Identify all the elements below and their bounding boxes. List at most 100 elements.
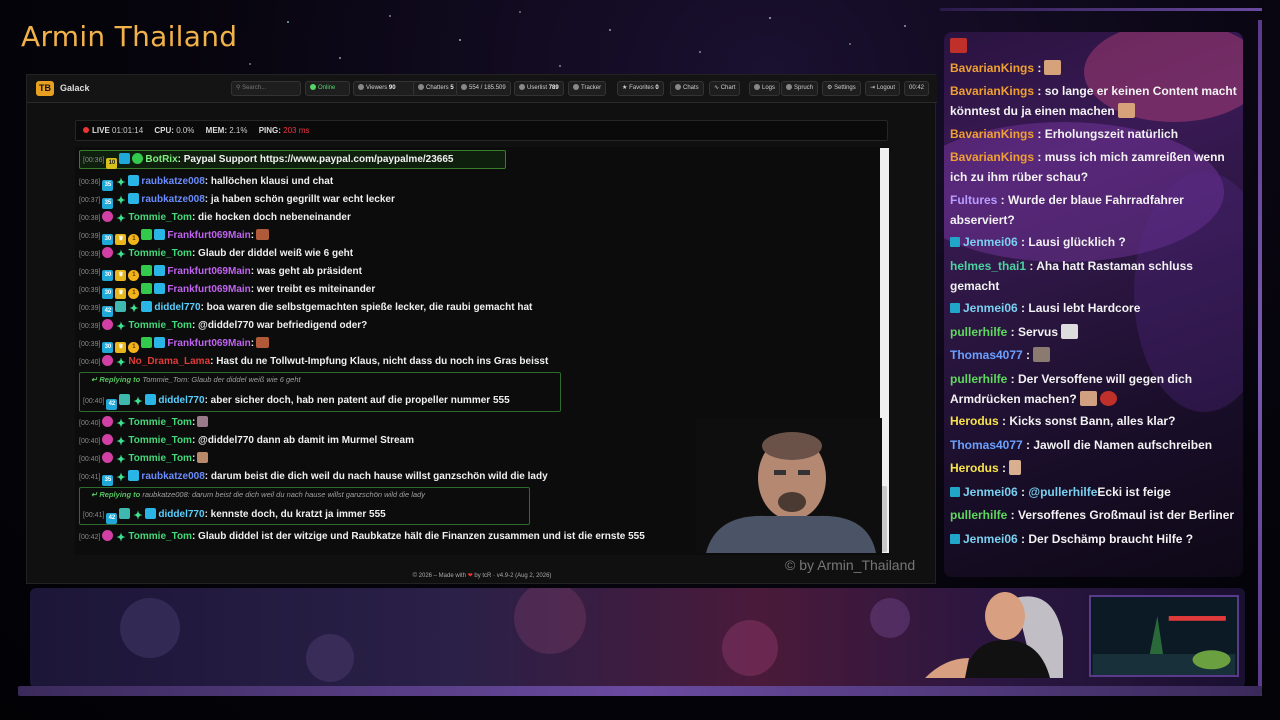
gem-badge-icon: ✦ [116, 213, 126, 225]
overlay-username: BavarianKings [950, 150, 1035, 164]
overlay-chat-message: Jenmei06 : Der Dschämp braucht Hilfe ? [950, 529, 1240, 549]
mem-value: 2.1% [229, 126, 248, 135]
username[interactable]: Frankfurt069Main [167, 284, 250, 295]
chat-message: [00:39] 42 ✦ diddel770: boa waren die selbs… [79, 299, 533, 317]
overlay-chat-message: BavarianKings : Erholungszeit natürlich [950, 124, 1240, 144]
quote-icon [786, 84, 792, 90]
chatters-button[interactable]: Chatters 5 [413, 81, 459, 96]
vip-badge-icon [154, 283, 166, 294]
username[interactable]: Tommie_Tom [128, 320, 192, 331]
username[interactable]: diddel770 [158, 509, 204, 520]
live-label: LIVE [92, 126, 110, 135]
username[interactable]: Tommie_Tom [128, 417, 192, 428]
star-icon: ★ [622, 85, 628, 91]
overlay-chat-message: BavarianKings : [950, 58, 1240, 78]
overlay-username: pullerhilfe [950, 372, 1008, 386]
username[interactable]: Frankfurt069Main [167, 230, 250, 241]
reply-label: Replying to [99, 375, 141, 384]
username[interactable]: Tommie_Tom [128, 435, 192, 446]
username[interactable]: raubkatze008 [141, 471, 204, 482]
username[interactable]: raubkatze008 [141, 194, 204, 205]
chat-message: [00:39] 30 ♛ 1 Frankfurt069Main: wer treibt … [79, 281, 376, 299]
settings-button[interactable]: ⚙ Settings [822, 81, 861, 96]
timestamp: [00:40] [79, 420, 101, 427]
frame-accent-bottom [18, 686, 1262, 696]
username[interactable]: BotRix [145, 154, 177, 165]
timestamp: [00:41] [83, 512, 105, 519]
overlay-chat-message: Thomas4077 : [950, 345, 1240, 365]
gem-badge-icon: ✦ [116, 177, 126, 189]
moderator-badge-icon [141, 229, 153, 240]
message-text: : boa waren die selbstgemachten spieße l… [200, 302, 533, 313]
emote-icon [1009, 460, 1022, 475]
overlay-username: Thomas4077 [950, 438, 1023, 452]
overlay-username: Thomas4077 [950, 348, 1023, 362]
messages-count: 554 / 185.509 [469, 85, 506, 91]
chart-icon: ∿ [714, 85, 720, 91]
vip-badge-icon [154, 229, 166, 240]
username[interactable]: Tommie_Tom [128, 453, 192, 464]
overlay-chat-message: Fultures : Wurde der blaue Fahrradfahrer… [950, 190, 1240, 230]
chat-message: [00:39] ✦ Tommie_Tom: @diddel770 war befri… [79, 317, 367, 334]
overlay-username: pullerhilfe [950, 508, 1008, 522]
search-input[interactable]: ⚲ Search... [231, 81, 301, 96]
chart-button[interactable]: ∿ Chart [709, 81, 741, 96]
chat-message: [00:39] 30 ♛ 1 Frankfurt069Main: was geht ab… [79, 263, 362, 281]
favorites-label: Favorites [629, 85, 654, 91]
username[interactable]: Tommie_Tom [128, 248, 192, 259]
logs-button[interactable]: Logs [749, 81, 781, 96]
chat-message: [00:40] ✦ No_Drama_Lama: Hast du ne Tollwu… [79, 353, 548, 370]
coin-badge-icon: 1 [128, 234, 140, 245]
pink-badge-icon [102, 247, 114, 258]
chat-message: [00:41] 35 ✦ raubkatze008: darum beist die … [79, 468, 548, 486]
username[interactable]: Frankfurt069Main [167, 266, 250, 277]
reply-arrow-icon: ↵ [91, 490, 98, 499]
overlay-username: Jenmei06 [963, 301, 1018, 315]
overlay-chat-message: Jenmei06 : Lausi lebt Hardcore [950, 298, 1240, 318]
app-logo[interactable]: TB [36, 81, 54, 96]
watermark-text: © by Armin_Thailand [785, 557, 916, 573]
brand-name[interactable]: Galack [60, 83, 90, 93]
username[interactable]: Tommie_Tom [128, 212, 192, 223]
userlist-button[interactable]: Userlist 789 [514, 81, 564, 96]
webcam-secondary [925, 592, 1063, 678]
stream-chat-overlay: BavarianKings : BavarianKings : so lange… [944, 32, 1243, 577]
tracker-button[interactable]: Tracker [568, 81, 607, 96]
spruch-button[interactable]: Spruch [781, 81, 819, 96]
clock-display: 00:42 [904, 81, 930, 96]
vip-badge-icon [154, 337, 166, 348]
message-text: : @diddel770 war befriedigend oder? [191, 320, 368, 331]
footer: © 2026 – Made with ❤ by tcR · v4.9-2 (Au… [27, 572, 937, 579]
timestamp: [00:36] [83, 157, 105, 164]
chat-message: [00:42] ✦ Tommie_Tom: Glaub diddel ist der… [79, 528, 645, 545]
message-text: : kennste doch, du kratzt ja immer 555 [204, 509, 386, 520]
timestamp: [00:39] [79, 269, 101, 276]
chats-label: Chats [683, 85, 699, 91]
logout-button[interactable]: ⇥ Logout [865, 81, 901, 96]
username[interactable]: diddel770 [158, 395, 204, 406]
username[interactable]: diddel770 [154, 302, 200, 313]
overlay-mention: @pullerhilfe [1028, 485, 1098, 499]
username[interactable]: Frankfurt069Main [167, 338, 250, 349]
reply-quote: Tommie_Tom: Glaub der diddel weiß wie 6 … [142, 375, 301, 384]
message-text: : wer treibt es miteinander [250, 284, 376, 295]
overlay-chat-message: Herodus : Kicks sonst Bann, alles klar? [950, 411, 1240, 431]
timestamp: [00:39] [79, 287, 101, 294]
teal-badge-icon [119, 394, 131, 405]
messages-button[interactable]: 554 / 185.509 [456, 81, 511, 96]
favorites-button[interactable]: ★ Favorites 0 [617, 81, 664, 96]
overlay-message-text: : Servus [1007, 325, 1059, 339]
viewers-count: 90 [388, 85, 396, 91]
overlay-username: BavarianKings [950, 61, 1035, 75]
overlay-chat-message: pullerhilfe : Versoffenes Großmaul ist d… [950, 505, 1240, 525]
chats-button[interactable]: Chats [670, 81, 704, 96]
username[interactable]: Tommie_Tom [128, 531, 192, 542]
username[interactable]: raubkatze008 [141, 176, 204, 187]
reply-label: Replying to [99, 490, 141, 499]
reply-quote: raubkatze008: darum beist die dich weil … [142, 490, 425, 499]
gem-badge-icon: ✦ [116, 472, 126, 484]
online-status-button[interactable]: Online [305, 81, 350, 96]
overlay-message-text: Ecki ist feige [1097, 485, 1171, 499]
username[interactable]: No_Drama_Lama [128, 356, 210, 367]
subscriber-badge-icon: 35 [102, 475, 114, 486]
